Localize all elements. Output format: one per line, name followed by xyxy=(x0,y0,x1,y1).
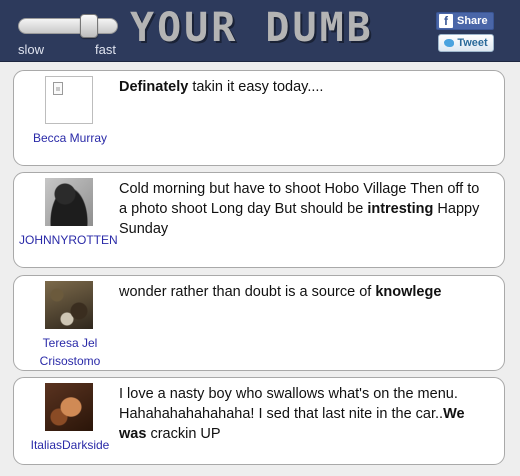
site-logo: YOUR DUMB xyxy=(130,5,374,51)
facebook-share-button[interactable]: f Share xyxy=(436,12,494,30)
avatar[interactable] xyxy=(45,178,93,226)
site-header: slow fast YOUR DUMB f Share Tweet xyxy=(0,0,520,62)
speed-slider[interactable] xyxy=(18,14,118,38)
emphasized-text: Definately xyxy=(119,79,189,95)
post-text: Definately takin it easy today.... xyxy=(119,77,490,97)
slow-label: slow xyxy=(18,42,45,57)
avatar[interactable] xyxy=(45,281,93,329)
avatar-photo xyxy=(45,281,93,329)
text-run: takin it easy today.... xyxy=(188,79,324,95)
post-card: ItaliasDarkside I love a nasty boy who s… xyxy=(13,377,505,465)
username-link[interactable]: Teresa Jel Crisostomo xyxy=(32,334,108,370)
emphasized-text: intresting xyxy=(367,201,434,217)
username-link[interactable]: Becca Murray xyxy=(16,129,124,147)
text-run: wonder rather than doubt is a source of xyxy=(119,284,376,300)
post-card: Becca Murray Definately takin it easy to… xyxy=(13,70,505,166)
twitter-bird-icon xyxy=(444,39,455,47)
avatar[interactable] xyxy=(45,76,93,124)
share-button-label: Share xyxy=(457,15,488,27)
speed-slider-track[interactable] xyxy=(18,18,118,34)
post-text: Cold morning but have to shoot Hobo Vill… xyxy=(119,179,490,239)
tweet-button[interactable]: Tweet xyxy=(438,34,494,52)
avatar-photo xyxy=(45,178,93,226)
emphasized-text: knowlege xyxy=(375,284,442,300)
username-link[interactable]: JOHNNYROTTEN xyxy=(16,231,122,249)
tweet-button-label: Tweet xyxy=(457,37,488,49)
username-link[interactable]: ItaliasDarkside xyxy=(16,436,124,454)
post-card: JOHNNYROTTEN Cold morning but have to sh… xyxy=(13,172,505,268)
speed-slider-thumb[interactable] xyxy=(80,14,98,38)
text-run: I love a nasty boy who swallows what's o… xyxy=(119,386,458,422)
fast-label: fast xyxy=(95,42,116,57)
avatar[interactable] xyxy=(45,383,93,431)
broken-image-icon xyxy=(45,76,93,124)
post-text: I love a nasty boy who swallows what's o… xyxy=(119,384,490,444)
post-text: wonder rather than doubt is a source of … xyxy=(119,282,490,302)
avatar-photo xyxy=(45,383,93,431)
text-run: crackin UP xyxy=(146,426,221,442)
post-card: Teresa Jel Crisostomo wonder rather than… xyxy=(13,275,505,371)
facebook-icon: f xyxy=(439,14,453,28)
